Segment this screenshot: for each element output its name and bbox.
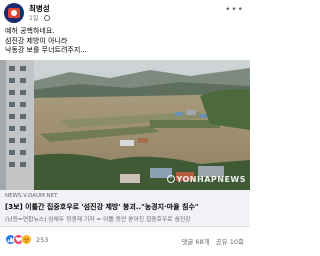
link-domain: NEWS.V.DAUM.NET bbox=[5, 193, 58, 199]
post-time[interactable]: 1일 bbox=[29, 13, 38, 22]
link-card[interactable]: NEWS.V.DAUM.NET [3보] 이틀간 집중호우로 '섬진강 제방' … bbox=[0, 190, 250, 227]
link-title[interactable]: [3보] 이틀간 집중호우로 '섬진강 제방' 붕괴.."농경지·마을 침수" bbox=[5, 202, 247, 212]
post-stats: 댓글 68개 공유 10회 bbox=[181, 236, 244, 246]
post-header: 최병성 1일 · ••• bbox=[0, 0, 250, 28]
flood-photo bbox=[0, 60, 250, 190]
post-text: 예허 공핵하네요. 섬진강 제방이 아니라 낙동강 보를 무너트려주지... bbox=[5, 27, 87, 56]
post-text-line: 섬진강 제방이 아니라 bbox=[5, 36, 68, 45]
angry-icon bbox=[21, 234, 32, 245]
link-description: (남원=연합뉴스) 임채두 정경재 기자 = 이틀 동안 쏟아진 집중호우로 섬… bbox=[5, 217, 191, 223]
facebook-post: 최병성 1일 · ••• 예허 공핵하네요. 섬진강 제방이 아니라 낙동강 보… bbox=[0, 0, 250, 256]
reaction-bar: 253 댓글 68개 공유 10회 bbox=[0, 230, 250, 250]
globe-icon bbox=[44, 14, 51, 21]
author-avatar[interactable] bbox=[4, 3, 24, 23]
post-text-line: 낙동강 보를 무너트려주지... bbox=[5, 46, 87, 54]
reaction-icons[interactable] bbox=[5, 234, 37, 246]
comment-count[interactable]: 댓글 68개 bbox=[181, 238, 209, 246]
share-count[interactable]: 공유 10회 bbox=[216, 238, 244, 246]
link-preview-image[interactable]: YONHAPNEWS bbox=[0, 60, 250, 190]
reaction-count[interactable]: 253 bbox=[36, 236, 48, 244]
yonhap-watermark: YONHAPNEWS bbox=[166, 175, 247, 184]
post-text-line: 예허 공핵하네요. bbox=[5, 27, 55, 35]
more-options-icon[interactable]: ••• bbox=[225, 5, 244, 15]
post-meta: 1일 · bbox=[29, 13, 51, 22]
